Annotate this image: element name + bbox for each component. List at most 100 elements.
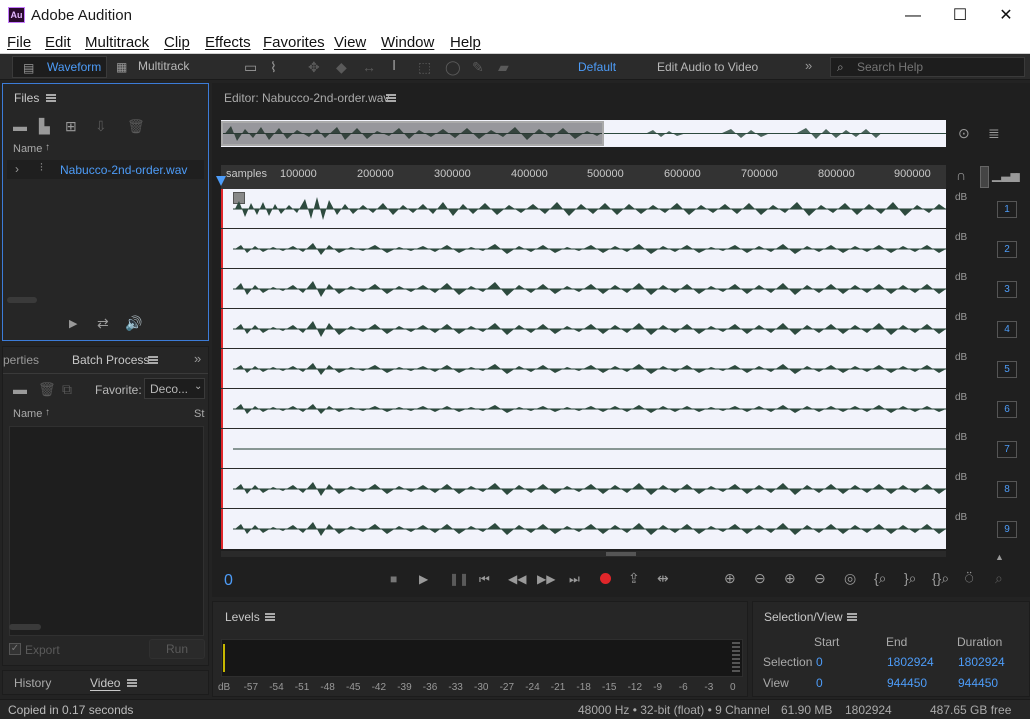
- view-duration[interactable]: 944450: [958, 676, 998, 690]
- time-format-icon[interactable]: ∩: [956, 168, 966, 182]
- menu-multitrack[interactable]: Multitrack: [85, 34, 149, 51]
- zoom-reset-icon[interactable]: ⌕: [995, 571, 1003, 585]
- channel-9-button[interactable]: 9: [997, 521, 1017, 538]
- channel-lane[interactable]: [221, 509, 946, 549]
- channel-5-button[interactable]: 5: [997, 361, 1017, 378]
- batch-col-status[interactable]: St: [194, 408, 204, 420]
- file-name[interactable]: Nabucco-2nd-order.wav: [60, 163, 187, 177]
- selection-end[interactable]: 1802924: [887, 655, 934, 669]
- clear-icon[interactable]: ⧉: [62, 382, 72, 396]
- zoom-channel-icon[interactable]: ⍥: [965, 571, 973, 585]
- menu-edit[interactable]: Edit: [45, 34, 71, 51]
- waveform-display[interactable]: [221, 189, 946, 549]
- batch-panel-menu-icon[interactable]: [148, 356, 158, 364]
- menu-favorites[interactable]: Favorites: [263, 34, 325, 51]
- brush-tool-icon[interactable]: ✎: [472, 60, 484, 74]
- menu-help[interactable]: Help: [450, 34, 481, 51]
- close-file-icon[interactable]: 🗑: [127, 119, 145, 133]
- move-to-previous-icon[interactable]: ⏮: [479, 572, 490, 586]
- favorite-select[interactable]: Deco... ⌄: [144, 378, 205, 399]
- import-file-icon[interactable]: ▙: [39, 119, 50, 133]
- file-row[interactable]: › ⫶ Nabucco-2nd-order.wav: [7, 160, 204, 179]
- spot-healing-icon[interactable]: ▰: [498, 60, 509, 74]
- run-button[interactable]: Run: [149, 639, 205, 659]
- fast-forward-icon[interactable]: ▶▶: [537, 572, 555, 586]
- channel-lane[interactable]: [221, 269, 946, 309]
- loop-playback-icon[interactable]: ⇪: [628, 571, 640, 585]
- batch-scrollbar[interactable]: [9, 624, 41, 630]
- clip-indicator[interactable]: [732, 642, 740, 674]
- horizontal-scrollbar[interactable]: [221, 551, 946, 557]
- zoom-out-amplitude-icon[interactable]: ⊖: [754, 571, 766, 585]
- zoom-selection-icon[interactable]: {}⌕: [932, 571, 949, 585]
- razor-tool-icon[interactable]: ◆: [336, 60, 347, 74]
- spectral-frequency-icon[interactable]: ▭: [244, 60, 257, 74]
- move-tool-icon[interactable]: ✥: [308, 60, 320, 74]
- zoom-in-time-icon[interactable]: ⊕: [784, 571, 796, 585]
- files-col-name[interactable]: Name: [13, 143, 42, 155]
- batch-process-tab[interactable]: Batch Process: [72, 353, 149, 367]
- panel-overflow-icon[interactable]: »: [194, 352, 201, 366]
- zoom-in-amplitude-icon[interactable]: ⊕: [724, 571, 736, 585]
- spectral-pitch-icon[interactable]: ⌇: [270, 60, 277, 74]
- close-button[interactable]: ✕: [983, 0, 1029, 31]
- more-workspaces-icon[interactable]: »: [805, 59, 812, 73]
- selection-menu-icon[interactable]: [847, 613, 857, 621]
- current-time-display[interactable]: 0: [224, 572, 233, 590]
- channel-6-button[interactable]: 6: [997, 401, 1017, 418]
- search-help-field[interactable]: ⌕: [830, 57, 1025, 77]
- history-tab[interactable]: History: [14, 676, 51, 690]
- properties-tab[interactable]: perties: [3, 353, 39, 367]
- scrollbar-grip[interactable]: [606, 552, 636, 556]
- selection-start[interactable]: 0: [816, 655, 823, 669]
- insert-multitrack-icon[interactable]: ⇩: [95, 119, 107, 133]
- rewind-icon[interactable]: ◀◀: [508, 572, 526, 586]
- zoom-in-point-out-icon[interactable]: }⌕: [904, 571, 917, 585]
- view-end[interactable]: 944450: [887, 676, 927, 690]
- maximize-button[interactable]: ☐: [937, 0, 983, 31]
- files-panel-menu-icon[interactable]: [46, 94, 56, 102]
- overview-view-range[interactable]: [221, 121, 604, 146]
- slip-tool-icon[interactable]: ↔: [362, 60, 376, 74]
- channel-3-button[interactable]: 3: [997, 281, 1017, 298]
- remove-icon[interactable]: 🗑: [38, 382, 56, 396]
- search-help-input[interactable]: [857, 60, 1017, 74]
- time-selection-tool-icon[interactable]: I: [392, 58, 396, 73]
- multitrack-button[interactable]: ▦ Multitrack: [110, 56, 205, 78]
- channel-1-button[interactable]: 1: [997, 201, 1017, 218]
- minimize-button[interactable]: —: [890, 0, 936, 31]
- video-tab[interactable]: Video: [90, 676, 120, 690]
- channel-lane[interactable]: [221, 389, 946, 429]
- scroll-up-icon[interactable]: ▲: [995, 550, 1004, 564]
- open-file-icon[interactable]: ▬: [13, 119, 27, 133]
- workspace-edit-audio-to-video[interactable]: Edit Audio to Video: [657, 57, 758, 77]
- record-button[interactable]: [600, 573, 611, 584]
- channel-lane[interactable]: [221, 469, 946, 509]
- hud-knob-icon[interactable]: ◔: [1012, 168, 1020, 182]
- editor-menu-icon[interactable]: [386, 94, 396, 102]
- play-preview-icon[interactable]: ▶: [69, 317, 77, 331]
- menu-file[interactable]: File: [7, 34, 31, 51]
- display-settings-icon[interactable]: ≣: [988, 126, 1000, 140]
- zoom-out-time-icon[interactable]: ⊖: [814, 571, 826, 585]
- waveform-button[interactable]: ▤ Waveform: [12, 56, 107, 78]
- loop-preview-icon[interactable]: ⇄: [97, 316, 109, 330]
- channel-lane[interactable]: [221, 229, 946, 269]
- channel-7-button[interactable]: 7: [997, 441, 1017, 458]
- expand-chevron-icon[interactable]: ›: [15, 162, 19, 176]
- menu-clip[interactable]: Clip: [164, 34, 190, 51]
- batch-col-name[interactable]: Name: [13, 408, 42, 420]
- export-checkbox[interactable]: ✓: [9, 643, 21, 655]
- menu-view[interactable]: View: [334, 34, 366, 51]
- open-folder-icon[interactable]: ▬: [13, 382, 27, 396]
- view-start[interactable]: 0: [816, 676, 823, 690]
- overview-waveform[interactable]: [221, 120, 946, 147]
- pause-icon[interactable]: ❚❚: [449, 572, 469, 586]
- stop-icon[interactable]: ■: [390, 572, 397, 586]
- zoom-settings-icon[interactable]: ⊙: [958, 126, 970, 140]
- menu-window[interactable]: Window: [381, 34, 434, 51]
- play-icon[interactable]: ▶: [419, 572, 428, 586]
- vertical-zoom-slider[interactable]: [980, 166, 989, 188]
- channel-lane[interactable]: [221, 189, 946, 229]
- move-to-next-icon[interactable]: ⏭: [569, 572, 580, 586]
